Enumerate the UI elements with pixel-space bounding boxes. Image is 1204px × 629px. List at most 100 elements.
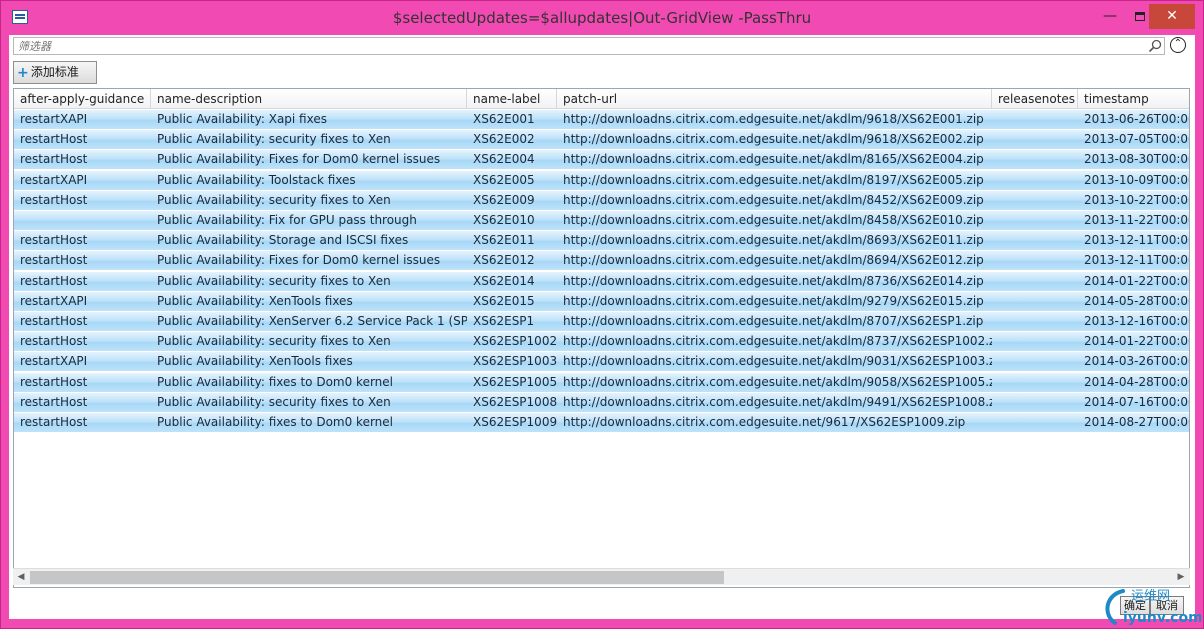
filter-box[interactable]	[13, 37, 1165, 55]
cell-timestamp: 2014-07-16T00:00	[1084, 394, 1190, 409]
cell-releasenotes	[992, 292, 1078, 311]
cell-guidance: restartXAPI	[20, 354, 88, 369]
cell-releasenotes	[992, 211, 1078, 230]
scrollbar-thumb[interactable]	[30, 571, 724, 584]
cell-releasenotes	[992, 332, 1078, 351]
table-row[interactable]: restartHost Public Availability: fixes to…	[14, 413, 1189, 433]
cell-timestamp: 2013-12-16T00:00	[1084, 314, 1190, 328]
cell-guidance: restartHost	[20, 334, 88, 349]
scroll-left-icon[interactable]: ◀	[14, 571, 28, 584]
column-header-timestamp[interactable]: timestamp	[1078, 89, 1189, 109]
cell-guidance: restartHost	[20, 415, 88, 429]
cell-guidance: restartHost	[20, 253, 88, 268]
window-title: $selectedUpdates=$allupdates|Out-GridVie…	[392, 9, 812, 27]
cell-label: XS62E001	[473, 112, 535, 126]
cell-guidance: restartHost	[20, 314, 88, 328]
cell-label: XS62E014	[473, 273, 535, 288]
table-row[interactable]: Public Availability: Fix for GPU pass th…	[14, 211, 1190, 231]
table-row[interactable]: restartHost Public Availability: security…	[14, 271, 1190, 292]
cell-description: Public Availability: security fixes to X…	[157, 132, 391, 147]
column-header-guidance[interactable]: after-apply-guidance	[14, 89, 151, 109]
cell-timestamp: 2013-12-11T00:00	[1084, 233, 1190, 248]
cell-guidance: restartHost	[20, 374, 88, 389]
maximize-icon	[1135, 11, 1145, 21]
cell-url: http://downloadns.citrix.com.edgesuite.n…	[563, 273, 984, 288]
table-row[interactable]: restartHost Public Availability: Storage …	[14, 231, 1190, 252]
chevron-up-icon: ⌃	[1173, 38, 1183, 49]
cell-label: XS62E012	[473, 253, 535, 268]
cell-label: XS62ESP1008	[473, 394, 557, 409]
table-row[interactable]: restartHost Public Availability: security…	[14, 392, 1190, 413]
cell-url: http://downloadns.citrix.com.edgesuite.n…	[563, 415, 966, 429]
table-row[interactable]: restartHost Public Availability: security…	[14, 130, 1189, 151]
cell-description: Public Availability: XenServer 6.2 Servi…	[157, 314, 467, 328]
cell-url: http://downloadns.citrix.com.edgesuite.n…	[563, 314, 984, 328]
table-row[interactable]: restartXAPI Public Availability: XenTools…	[14, 291, 1189, 312]
cell-url: http://downloadns.citrix.com.edgesuite.n…	[563, 334, 992, 349]
cell-label: XS62ESP1003	[473, 354, 557, 369]
scroll-right-icon[interactable]: ▶	[1174, 571, 1188, 584]
cell-url: http://downloadns.citrix.com.edgesuite.n…	[563, 253, 984, 268]
results-grid[interactable]: after-apply-guidance name-description name…	[13, 88, 1190, 588]
table-row[interactable]: restartHost Public Availability: Fixes fo…	[14, 251, 1190, 272]
cell-releasenotes	[992, 413, 1078, 432]
cell-label: XS62E002	[473, 132, 535, 147]
cell-guidance: restartHost	[20, 394, 88, 409]
table-row[interactable]: restartHost Public Availability: fixes to…	[14, 372, 1190, 393]
cell-label: XS62E004	[473, 152, 535, 167]
cell-guidance: restartHost	[20, 273, 88, 288]
cell-url: http://downloadns.citrix.com.edgesuite.n…	[563, 132, 984, 147]
cell-releasenotes	[992, 352, 1078, 371]
cell-guidance	[14, 211, 151, 230]
cell-timestamp: 2014-01-22T00:00	[1084, 273, 1190, 288]
plus-icon: +	[17, 65, 29, 81]
cell-label: XS62E011	[473, 233, 535, 248]
table-row[interactable]: restartXAPI Public Availability: Toolstac…	[14, 170, 1189, 191]
add-criteria-button[interactable]: + 添加标准	[13, 61, 97, 96]
cell-description: Public Availability: Fix for GPU pass th…	[157, 213, 417, 227]
grid-header: after-apply-guidance name-description name…	[14, 89, 1189, 109]
cell-description: Public Availability: Storage and ISCSI f…	[157, 233, 409, 248]
cell-timestamp: 2013-11-22T00:00	[1084, 213, 1190, 227]
cell-releasenotes	[992, 251, 1078, 270]
horizontal-scrollbar[interactable]: ◀ ▶	[13, 568, 1190, 585]
table-row[interactable]: restartHost Public Availability: security…	[14, 190, 1189, 211]
cell-description: Public Availability: Fixes for Dom0 kern…	[157, 253, 441, 268]
cell-label: XS62ESP1	[473, 314, 535, 328]
cell-guidance: restartXAPI	[20, 293, 88, 308]
table-row[interactable]: restartHost Public Availability: Fixes fo…	[14, 150, 1189, 171]
cell-guidance: restartHost	[20, 192, 88, 207]
table-row[interactable]: restartXAPI Public Availability: XenTools…	[14, 352, 1189, 373]
cell-timestamp: 2014-04-28T00:00	[1084, 374, 1190, 389]
cell-description: Public Availability: security fixes to X…	[157, 192, 391, 207]
filter-input[interactable]	[14, 38, 1134, 54]
cell-timestamp: 2013-06-26T00:00	[1084, 112, 1190, 126]
cell-label: XS62ESP1009	[473, 415, 557, 429]
cell-releasenotes	[992, 231, 1078, 250]
column-header-releasenotes[interactable]: releasenotes	[992, 89, 1078, 109]
add-criteria-label: 添加标准	[30, 65, 79, 79]
search-icon[interactable]	[1148, 39, 1162, 53]
cell-releasenotes	[992, 272, 1078, 291]
cell-description: Public Availability: security fixes to X…	[157, 273, 391, 288]
close-button[interactable]: ✕	[1149, 4, 1195, 29]
cell-label: XS62E010	[473, 213, 535, 227]
table-row[interactable]: restartHost Public Availability: XenServe…	[14, 312, 1190, 332]
column-header-label[interactable]: name-label	[467, 89, 557, 109]
window-frame: $selectedUpdates=$allupdates|Out-GridVie…	[0, 0, 1204, 629]
column-header-description[interactable]: name-description	[151, 89, 467, 109]
cell-url: http://downloadns.citrix.com.edgesuite.n…	[563, 394, 992, 409]
cell-url: http://downloadns.citrix.com.edgesuite.n…	[563, 192, 984, 207]
column-header-url[interactable]: patch-url	[557, 89, 992, 109]
cell-description: Public Availability: fixes to Dom0 kerne…	[157, 415, 393, 429]
cell-description: Public Availability: security fixes to X…	[157, 334, 391, 349]
cell-description: Public Availability: Xapi fixes	[157, 112, 327, 126]
cell-timestamp: 2013-12-11T00:00	[1084, 253, 1190, 268]
table-row[interactable]: restartXAPI Public Availability: Xapi fix…	[14, 110, 1190, 130]
cell-url: http://downloadns.citrix.com.edgesuite.n…	[563, 374, 992, 389]
table-row[interactable]: restartHost Public Availability: security…	[14, 332, 1189, 353]
collapse-filter-button[interactable]: ⌃	[1170, 37, 1186, 53]
cell-releasenotes	[992, 130, 1078, 149]
title-bar[interactable]: $selectedUpdates=$allupdates|Out-GridVie…	[1, 1, 1203, 35]
minimize-button[interactable]: —	[1095, 5, 1125, 29]
